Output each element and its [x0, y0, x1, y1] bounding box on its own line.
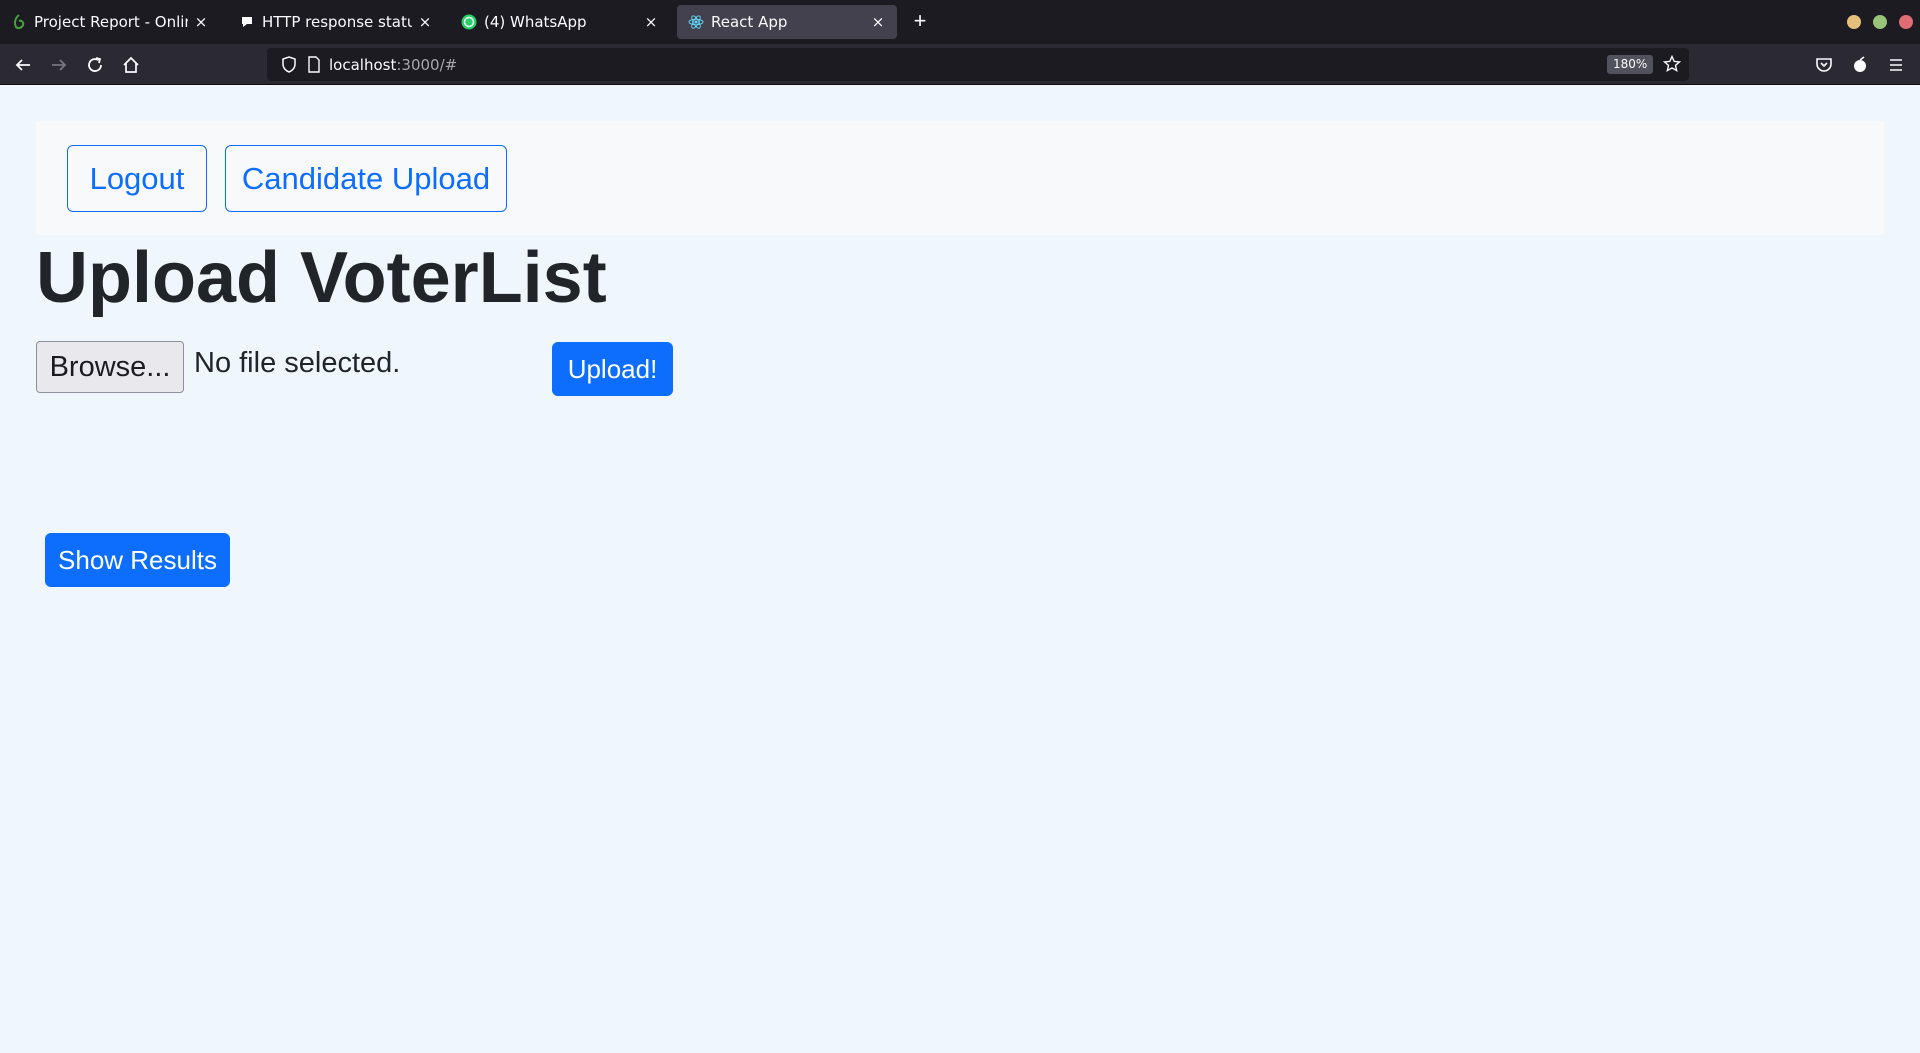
app-menu-button[interactable] [1882, 51, 1910, 79]
back-button[interactable] [9, 51, 37, 79]
browse-file-button[interactable]: Browse... [36, 341, 184, 393]
tab-title: HTTP response status codes [262, 13, 412, 31]
overleaf-icon [10, 13, 28, 31]
arrow-right-icon [52, 59, 67, 71]
file-status-text: No file selected. [194, 347, 401, 379]
url-host: localhost [329, 56, 397, 74]
reload-icon [88, 57, 102, 72]
bookmark-star-icon[interactable] [1662, 54, 1682, 78]
home-icon [123, 56, 139, 73]
close-tab-icon[interactable]: × [642, 13, 660, 31]
shield-icon[interactable] [281, 56, 297, 78]
close-tab-icon[interactable]: × [869, 13, 887, 31]
minimize-window-button[interactable] [1847, 15, 1861, 29]
pocket-icon [1816, 58, 1832, 72]
candidate-upload-button[interactable]: Candidate Upload [225, 145, 507, 212]
page-info-icon[interactable] [307, 56, 321, 78]
arrow-left-icon [15, 59, 30, 71]
tab-react-app[interactable]: React App × [677, 5, 897, 39]
tab-title: Project Report - Online LaTeX [34, 13, 188, 31]
reload-button[interactable] [81, 51, 109, 79]
extensions-button[interactable] [1846, 51, 1874, 79]
browser-toolbar: localhost:3000/# 180% [0, 44, 1920, 85]
pocket-button[interactable] [1810, 51, 1838, 79]
react-icon [687, 13, 705, 31]
page-title: Upload VoterList [36, 238, 607, 318]
close-tab-icon[interactable]: × [192, 13, 210, 31]
home-button[interactable] [117, 51, 145, 79]
close-tab-icon[interactable]: × [416, 13, 434, 31]
forward-button[interactable] [45, 51, 73, 79]
mdn-icon [238, 13, 256, 31]
logout-button[interactable]: Logout [67, 145, 207, 212]
extension-icon [1854, 56, 1866, 72]
tab-project-report[interactable]: Project Report - Online LaTeX × [0, 5, 220, 39]
zoom-level-badge[interactable]: 180% [1607, 55, 1654, 74]
close-window-button[interactable] [1899, 15, 1913, 29]
url-path: :3000/# [396, 56, 458, 74]
url-text[interactable]: localhost:3000/# [329, 56, 457, 74]
hamburger-menu-icon [1890, 59, 1902, 71]
tab-title: (4) WhatsApp [484, 13, 587, 31]
upload-button[interactable]: Upload! [552, 342, 673, 396]
tab-title: React App [711, 13, 788, 31]
maximize-window-button[interactable] [1873, 15, 1887, 29]
whatsapp-icon [460, 13, 478, 31]
tab-whatsapp[interactable]: (4) WhatsApp × [450, 5, 670, 39]
tab-http-status[interactable]: HTTP response status codes × [228, 5, 444, 39]
browser-tab-strip: Project Report - Online LaTeX × HTTP res… [0, 0, 1920, 44]
address-bar[interactable]: localhost:3000/# 180% [267, 48, 1689, 81]
show-results-button[interactable]: Show Results [45, 533, 230, 587]
new-tab-button[interactable]: + [908, 10, 932, 34]
nav-panel: Logout Candidate Upload [36, 121, 1884, 235]
